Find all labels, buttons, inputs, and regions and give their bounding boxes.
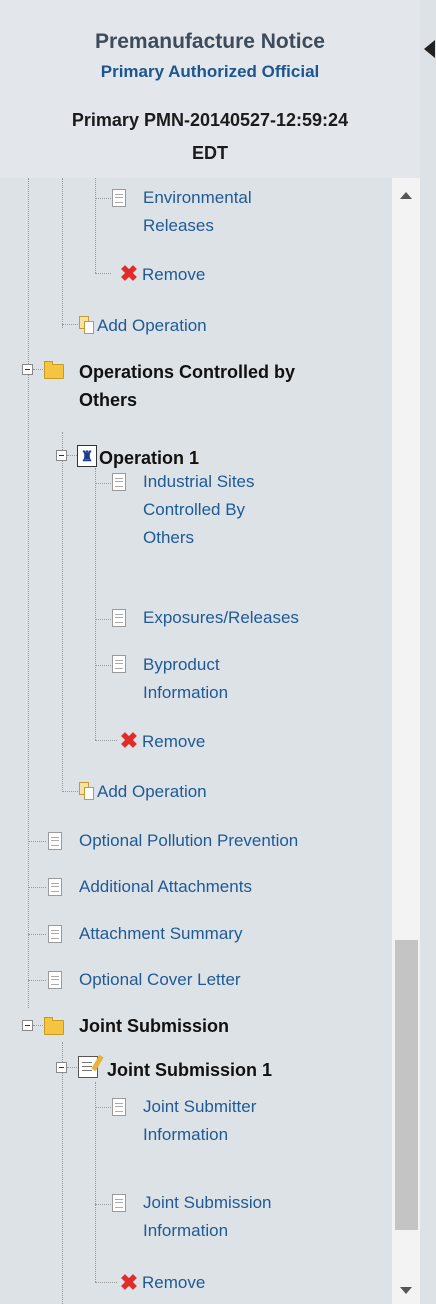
operation-icon: ♜ bbox=[77, 445, 97, 467]
collapse-toggle[interactable] bbox=[56, 1062, 67, 1073]
tree-item-label: Environmental bbox=[143, 188, 252, 207]
tree-item-label: Information bbox=[143, 683, 229, 702]
pmn-identifier-line1: Primary PMN-20140527-12:59:24 bbox=[71, 110, 349, 130]
document-icon bbox=[48, 925, 62, 943]
tree-line bbox=[28, 934, 46, 935]
tree-item-label: Others bbox=[143, 528, 195, 547]
scroll-up-arrow-icon[interactable] bbox=[400, 192, 412, 199]
collapse-toggle[interactable] bbox=[22, 364, 33, 375]
tree-item-remove[interactable]: Remove bbox=[142, 1269, 205, 1297]
tree-item-operations-controlled-by-others[interactable]: Operations Controlled by Others bbox=[79, 358, 295, 414]
red-x-icon: ✖ bbox=[119, 1270, 139, 1295]
tree-item-joint-submission-information[interactable]: Joint Submission Information bbox=[143, 1189, 272, 1245]
tree-item-label: Others bbox=[79, 390, 138, 410]
tree-item-remove[interactable]: Remove bbox=[142, 728, 205, 756]
tree-item-optional-pollution-prevention[interactable]: Optional Pollution Prevention bbox=[79, 827, 298, 855]
collapse-left-arrow-icon[interactable] bbox=[424, 40, 435, 58]
add-operation-icon bbox=[79, 782, 95, 800]
folder-icon bbox=[44, 1017, 64, 1035]
tree-line bbox=[62, 178, 63, 328]
document-icon bbox=[112, 1194, 126, 1212]
tree-item-industrial-sites[interactable]: Industrial Sites Controlled By Others bbox=[143, 468, 255, 552]
tree-item-label: Information bbox=[143, 1125, 229, 1144]
tree-item-remove[interactable]: Remove bbox=[142, 261, 205, 289]
panel-header: Premanufacture Notice Primary Authorized… bbox=[0, 0, 420, 178]
pmn-identifier-line2: EDT bbox=[192, 143, 228, 163]
scrollbar-thumb[interactable] bbox=[395, 940, 418, 1230]
tree-item-add-operation[interactable]: Add Operation bbox=[97, 312, 207, 340]
tree-line bbox=[67, 1067, 77, 1068]
folder-icon bbox=[44, 361, 64, 379]
tree-line bbox=[95, 178, 96, 273]
pmn-identifier: Primary PMN-20140527-12:59:24 EDT bbox=[0, 104, 420, 170]
document-icon bbox=[48, 878, 62, 896]
tree-line bbox=[95, 1107, 111, 1108]
tree-line bbox=[95, 273, 111, 274]
tree-line bbox=[95, 665, 111, 666]
document-icon bbox=[112, 189, 126, 207]
tree-item-optional-cover-letter[interactable]: Optional Cover Letter bbox=[79, 966, 241, 994]
tree-item-label: Controlled By bbox=[143, 500, 246, 519]
tree-line bbox=[33, 1025, 43, 1026]
tree-item-environmental-releases[interactable]: Environmental Releases bbox=[143, 184, 252, 240]
document-icon bbox=[48, 971, 62, 989]
tree-line bbox=[95, 198, 111, 199]
red-x-icon: ✖ bbox=[119, 261, 139, 286]
collapse-toggle[interactable] bbox=[56, 450, 67, 461]
tree-line bbox=[95, 1282, 117, 1283]
tree-item-label: Operations Controlled by bbox=[79, 362, 296, 382]
tree-line bbox=[28, 887, 46, 888]
tree-line bbox=[33, 369, 43, 370]
tree-line bbox=[95, 1082, 96, 1282]
joint-submission-icon bbox=[78, 1056, 98, 1078]
tree-line bbox=[28, 178, 29, 1008]
tree-line bbox=[62, 791, 78, 792]
tree-line bbox=[62, 432, 63, 792]
red-x-icon: ✖ bbox=[119, 728, 139, 753]
scroll-down-arrow-icon[interactable] bbox=[400, 1287, 412, 1294]
tree-line bbox=[95, 483, 111, 484]
document-icon bbox=[112, 473, 126, 491]
tree-item-label: Information bbox=[143, 1221, 229, 1240]
tree-line bbox=[95, 468, 96, 740]
tree-item-attachment-summary[interactable]: Attachment Summary bbox=[79, 920, 242, 948]
tree-item-label: Joint Submission bbox=[143, 1193, 272, 1212]
tree-item-add-operation[interactable]: Add Operation bbox=[97, 778, 207, 806]
tree-line bbox=[67, 455, 77, 456]
tree-item-joint-submitter-information[interactable]: Joint Submitter Information bbox=[143, 1093, 256, 1149]
collapse-toggle[interactable] bbox=[22, 1020, 33, 1031]
tree-item-joint-submission-1[interactable]: Joint Submission 1 bbox=[107, 1056, 272, 1084]
panel-subtitle: Primary Authorized Official bbox=[100, 62, 320, 81]
tree-line bbox=[95, 619, 111, 620]
document-icon bbox=[48, 832, 62, 850]
panel-title: Premanufacture Notice bbox=[95, 30, 325, 53]
tree-item-joint-submission[interactable]: Joint Submission bbox=[79, 1012, 229, 1040]
add-operation-icon bbox=[79, 316, 95, 334]
tree-item-label: Joint Submitter bbox=[143, 1097, 257, 1116]
tree-item-label: Byproduct bbox=[143, 655, 220, 674]
document-icon bbox=[112, 609, 126, 627]
tree-item-additional-attachments[interactable]: Additional Attachments bbox=[79, 873, 252, 901]
tree-line bbox=[28, 980, 46, 981]
tree-line bbox=[95, 740, 117, 741]
tree-line bbox=[62, 1042, 63, 1304]
document-icon bbox=[112, 1098, 126, 1116]
tree-item-label: Industrial Sites bbox=[143, 472, 255, 491]
navigation-tree: Environmental Releases ✖ Remove Add Oper… bbox=[0, 178, 420, 1304]
navigation-panel: Premanufacture Notice Primary Authorized… bbox=[0, 0, 436, 1304]
document-icon bbox=[112, 655, 126, 673]
tree-line bbox=[28, 841, 46, 842]
tree-item-label: Releases bbox=[143, 216, 214, 235]
tree-line bbox=[62, 324, 78, 325]
tree-item-exposures-releases[interactable]: Exposures/Releases bbox=[143, 604, 299, 632]
tree-line bbox=[95, 1204, 111, 1205]
vertical-scrollbar[interactable] bbox=[392, 178, 420, 1304]
tree-item-byproduct-information[interactable]: Byproduct Information bbox=[143, 651, 228, 707]
